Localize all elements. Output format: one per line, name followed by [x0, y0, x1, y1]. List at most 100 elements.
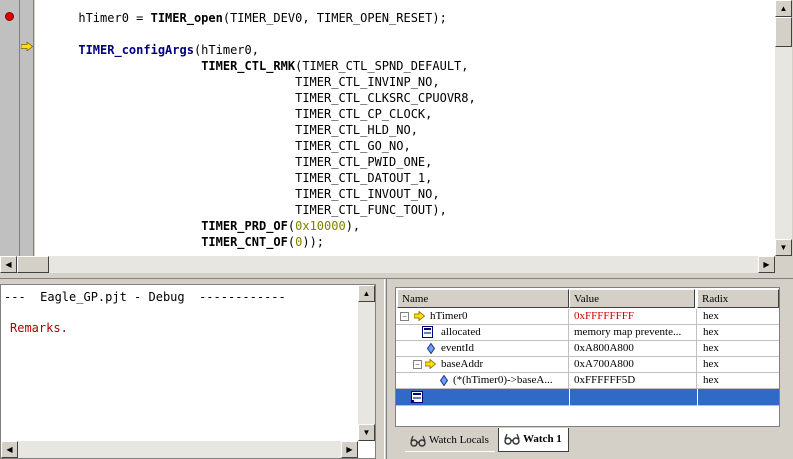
scroll-down-button[interactable]: ▼: [358, 424, 375, 441]
collapse-icon[interactable]: −: [400, 312, 409, 321]
watch-row[interactable]: allocated memory map prevente... hex: [396, 325, 779, 341]
collapse-icon[interactable]: −: [413, 360, 422, 369]
code-token: TIMER_CTL_GO_NO,: [78, 139, 411, 153]
code-line: TIMER_CNT_OF(0));: [35, 234, 476, 250]
editor-vertical-scrollbar[interactable]: ▲ ▼: [775, 0, 792, 256]
scroll-left-button[interactable]: ◀: [1, 441, 18, 458]
watch-row-radix[interactable]: hex: [697, 373, 779, 389]
watch-row-value[interactable]: 0xA800A800: [569, 341, 697, 357]
code-token: TIMER_PRD_OF: [201, 219, 288, 233]
tab-label: Watch 1: [523, 433, 562, 445]
code-token: TIMER_CTL_INVINP_NO,: [78, 75, 440, 89]
watch-row-name: hTimer0: [430, 310, 468, 322]
code-line: TIMER_CTL_FUNC_TOUT),: [35, 202, 476, 218]
scroll-up-button[interactable]: ▲: [775, 0, 792, 17]
watch-row-value[interactable]: 0xFFFFFFFF: [569, 309, 697, 325]
code-token: hTimer0 =: [78, 11, 151, 25]
code-token: TIMER_CTL_CP_CLOCK,: [78, 107, 433, 121]
watch-row[interactable]: − hTimer0 0xFFFFFFFF hex: [396, 309, 779, 325]
watch-row[interactable]: eventId 0xA800A800 hex: [396, 341, 779, 357]
glasses-icon: [410, 435, 426, 447]
code-token: ),: [345, 219, 361, 233]
scroll-thumb[interactable]: [17, 256, 49, 273]
pane-splitter[interactable]: [0, 273, 793, 279]
code-token: TIMER_CTL_CLKSRC_CPUOVR8,: [78, 91, 476, 105]
code-token: TIMER_open: [150, 11, 223, 25]
tab-label: Watch Locals: [429, 434, 489, 446]
breakpoint-icon[interactable]: [5, 12, 14, 21]
code-token: TIMER_configArgs: [78, 43, 194, 57]
watch-row-value[interactable]: 0xA700A800: [569, 357, 697, 373]
watch-row-value[interactable]: memory map prevente...: [569, 325, 697, 341]
watch-row-name: baseAddr: [441, 358, 484, 370]
column-header-radix[interactable]: Radix: [697, 289, 779, 308]
code-token: (hTimer0,: [193, 43, 259, 57]
watch-row-name: allocated: [441, 326, 481, 338]
code-line: TIMER_CTL_CLKSRC_CPUOVR8,: [35, 90, 476, 106]
watch-row-radix[interactable]: hex: [697, 309, 779, 325]
output-build-header: --- Eagle_GP.pjt - Debug ------------: [4, 290, 286, 304]
code-line: TIMER_CTL_INVINP_NO,: [35, 74, 476, 90]
output-window[interactable]: --- Eagle_GP.pjt - Debug ------------ Re…: [0, 284, 376, 459]
new-expression-icon: [411, 391, 423, 403]
watch-row-radix[interactable]: hex: [697, 357, 779, 373]
code-token: ));: [302, 235, 325, 249]
gutter-divider: [19, 0, 20, 256]
code-token: TIMER_CTL_RMK: [201, 59, 296, 73]
glasses-icon: [504, 433, 520, 445]
vertical-splitter[interactable]: [384, 279, 387, 459]
code-line: TIMER_CTL_INVOUT_NO,: [35, 186, 476, 202]
watch-row-value[interactable]: 0xFFFFFF5D: [569, 373, 697, 389]
watch-header: Name Value Radix: [396, 288, 779, 308]
scroll-right-button[interactable]: ▶: [758, 256, 775, 273]
scroll-down-button[interactable]: ▼: [775, 239, 792, 256]
code-token: TIMER_CTL_PWID_ONE,: [78, 155, 433, 169]
editor-gutter[interactable]: [0, 0, 34, 256]
scroll-right-button[interactable]: ▶: [341, 441, 358, 458]
source-code: hTimer0 = TIMER_open(TIMER_DEV0, TIMER_O…: [35, 10, 476, 250]
code-token: TIMER_CTL_HLD_NO,: [78, 123, 418, 137]
column-header-value[interactable]: Value: [569, 289, 695, 308]
program-counter-arrow-icon: [21, 42, 33, 51]
code-line: TIMER_CTL_CP_CLOCK,: [35, 106, 476, 122]
value-diamond-icon: [427, 343, 435, 354]
code-line: TIMER_CTL_PWID_ONE,: [35, 154, 476, 170]
code-line: TIMER_CTL_RMK(TIMER_CTL_SPND_DEFAULT,: [35, 58, 476, 74]
code-line: TIMER_CTL_GO_NO,: [35, 138, 476, 154]
tab-watch-locals[interactable]: Watch Locals: [405, 430, 495, 452]
scroll-left-button[interactable]: ◀: [0, 256, 17, 273]
watch-row[interactable]: (*(hTimer0)->baseA... 0xFFFFFF5D hex: [396, 373, 779, 389]
watch-row-radix[interactable]: hex: [697, 341, 779, 357]
watch-row[interactable]: − baseAddr 0xA700A800 hex: [396, 357, 779, 373]
code-line: TIMER_PRD_OF(0x10000),: [35, 218, 476, 234]
new-watch-row[interactable]: [396, 389, 779, 406]
code-token: 0x10000: [295, 219, 346, 233]
editor-horizontal-scrollbar[interactable]: ◀ ▶: [0, 256, 775, 273]
watch-window[interactable]: Name Value Radix − hTimer0 0xFFFFFFFF he…: [395, 287, 780, 427]
output-vertical-scrollbar[interactable]: ▲ ▼: [358, 285, 375, 441]
code-token: TIMER_CTL_INVOUT_NO,: [78, 187, 440, 201]
code-token: TIMER_CNT_OF: [201, 235, 288, 249]
code-line: TIMER_CTL_DATOUT_1,: [35, 170, 476, 186]
source-editor[interactable]: hTimer0 = TIMER_open(TIMER_DEV0, TIMER_O…: [0, 0, 793, 273]
code-token: (TIMER_DEV0, TIMER_OPEN_RESET);: [222, 11, 447, 25]
scroll-thumb[interactable]: [775, 17, 792, 47]
code-line: hTimer0 = TIMER_open(TIMER_DEV0, TIMER_O…: [35, 10, 476, 26]
code-token: (TIMER_CTL_SPND_DEFAULT,: [295, 59, 469, 73]
code-token: TIMER_CTL_FUNC_TOUT),: [78, 203, 447, 217]
watch-row-radix[interactable]: hex: [697, 325, 779, 341]
tab-watch-1[interactable]: Watch 1: [498, 428, 569, 452]
struct-member-icon: [422, 326, 433, 338]
scroll-corner: [775, 256, 793, 273]
value-diamond-icon: [440, 375, 448, 386]
output-horizontal-scrollbar[interactable]: ◀ ▶: [1, 441, 358, 458]
column-header-name[interactable]: Name: [397, 289, 569, 308]
code-token: TIMER_CTL_DATOUT_1,: [78, 171, 433, 185]
code-line: TIMER_configArgs(hTimer0,: [35, 42, 476, 58]
code-area[interactable]: hTimer0 = TIMER_open(TIMER_DEV0, TIMER_O…: [35, 0, 775, 256]
pointer-arrow-icon: [425, 359, 436, 369]
scroll-up-button[interactable]: ▲: [358, 285, 375, 302]
